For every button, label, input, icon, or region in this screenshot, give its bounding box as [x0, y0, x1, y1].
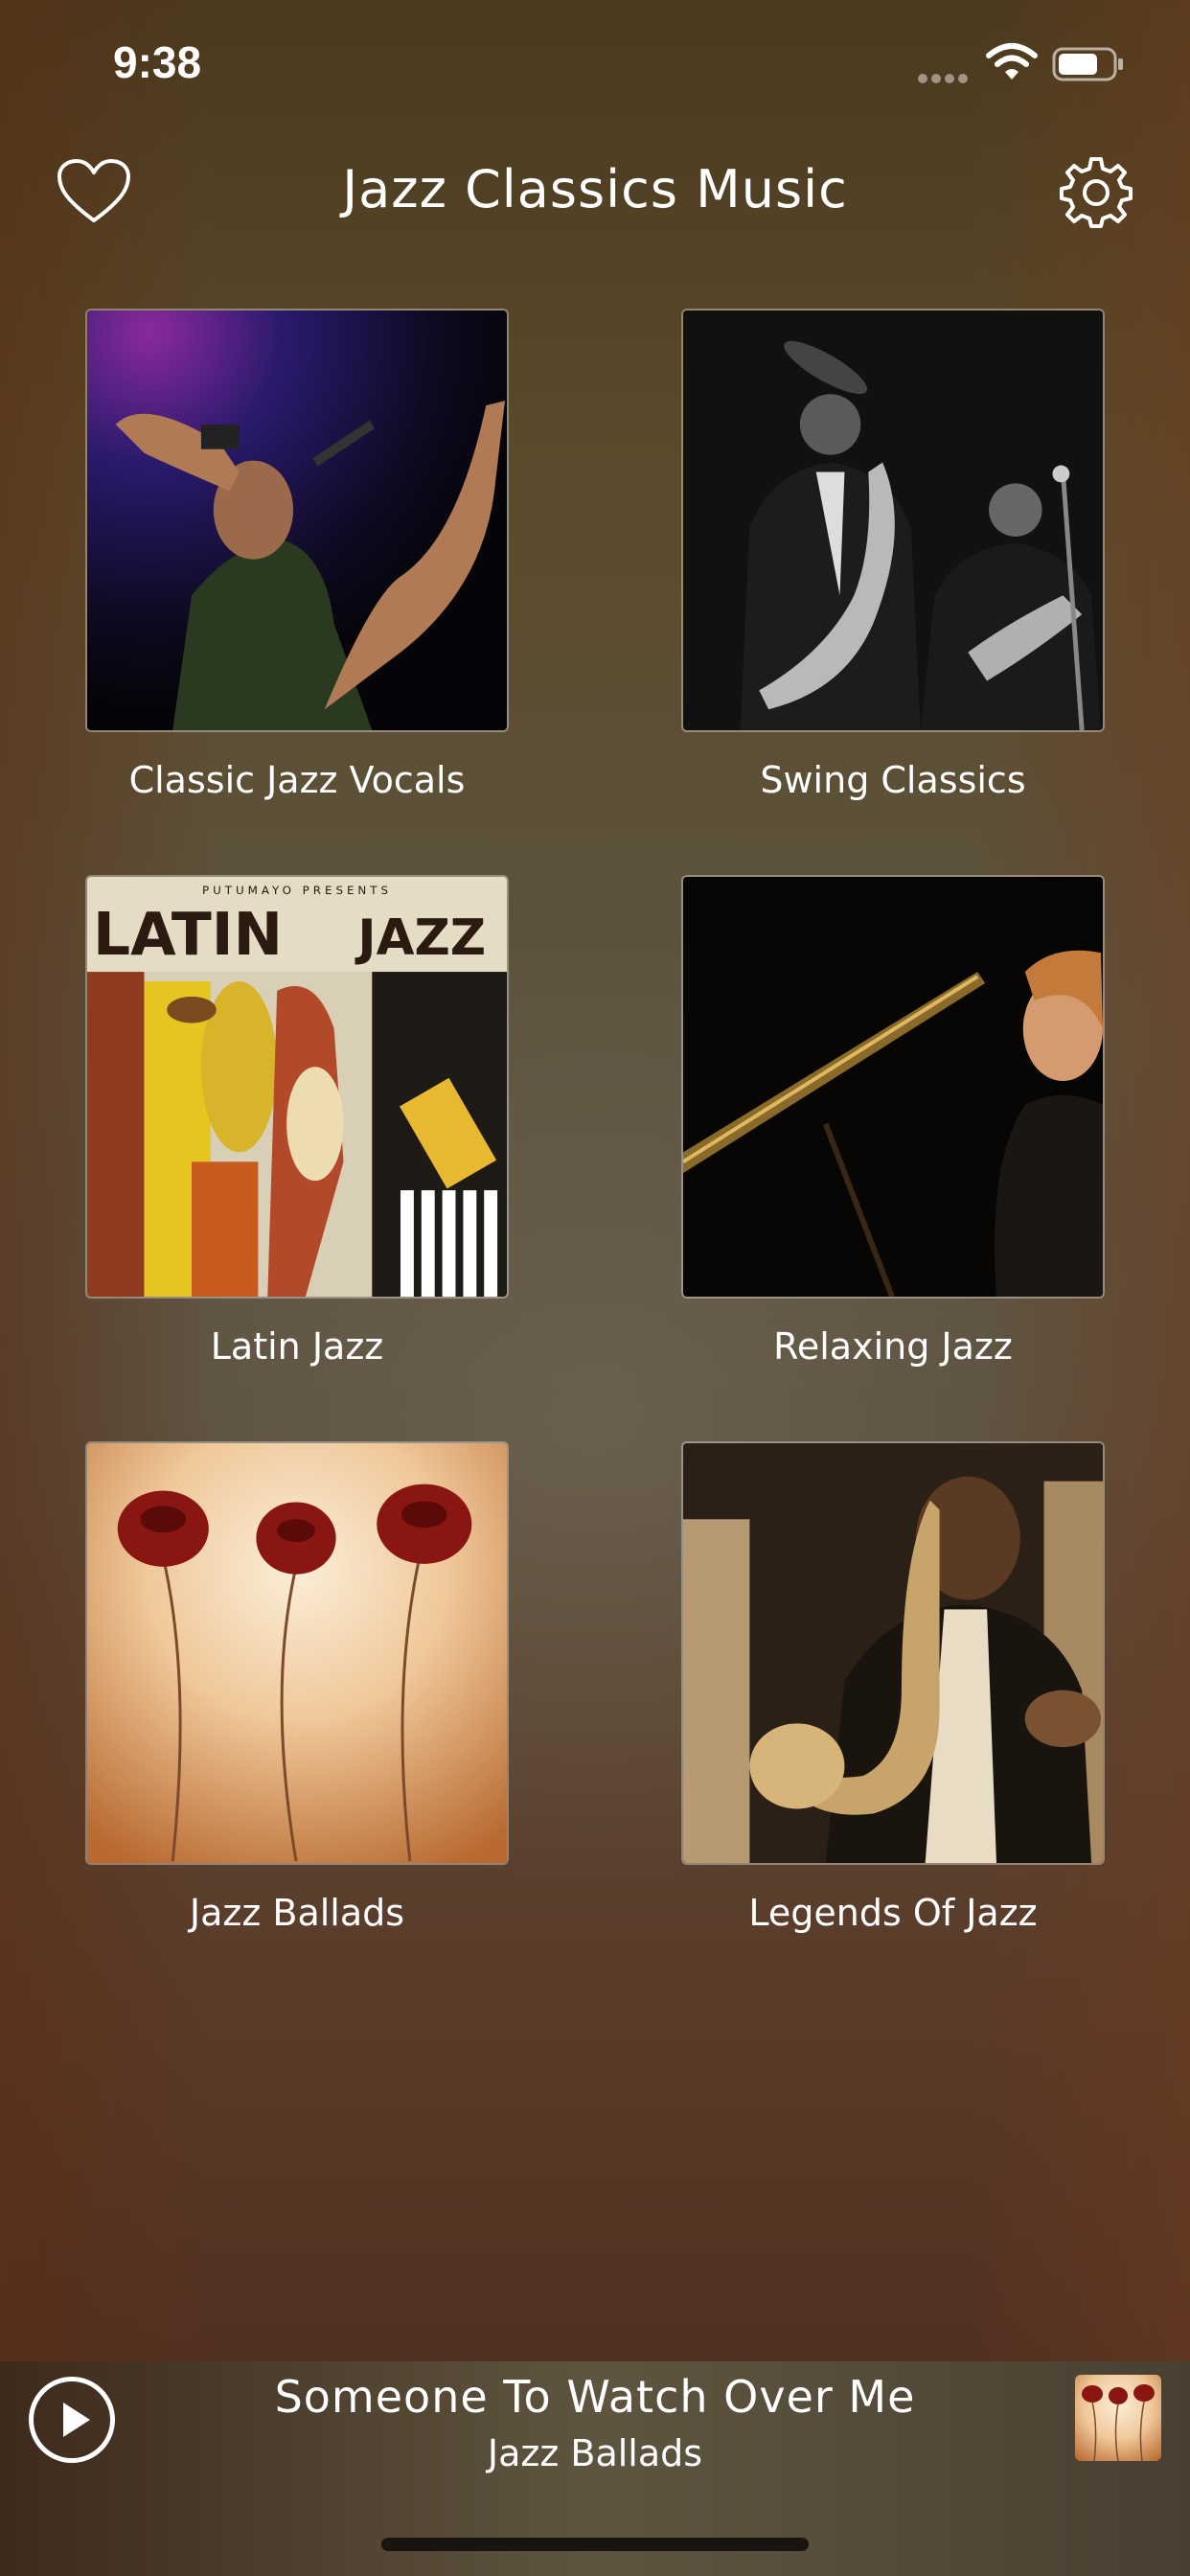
status-bar: 9:38	[0, 0, 1190, 134]
category-art	[681, 875, 1105, 1299]
category-tile-swing-classics[interactable]: Swing Classics	[681, 309, 1105, 801]
signal-icon	[918, 69, 973, 83]
status-time: 9:38	[113, 37, 202, 87]
category-tile-classic-jazz-vocals[interactable]: Classic Jazz Vocals	[85, 309, 509, 801]
home-indicator	[381, 2538, 809, 2551]
category-label: Classic Jazz Vocals	[128, 759, 466, 801]
category-art	[85, 1441, 509, 1865]
category-art	[681, 309, 1105, 732]
category-label: Legends Of Jazz	[748, 1892, 1038, 1934]
category-art	[85, 309, 509, 732]
gear-icon[interactable]	[1058, 153, 1134, 230]
category-tile-legends-of-jazz[interactable]: Legends Of Jazz	[681, 1441, 1105, 1934]
now-playing-artwork[interactable]	[1075, 2375, 1161, 2461]
art-text-left: LATIN	[93, 901, 283, 969]
category-label: Jazz Ballads	[189, 1892, 405, 1934]
art-text-right: JAZZ	[355, 909, 486, 967]
category-label: Latin Jazz	[210, 1325, 384, 1368]
category-tile-jazz-ballads[interactable]: Jazz Ballads	[85, 1441, 509, 1934]
nav-bar: Jazz Classics Music	[0, 144, 1190, 240]
category-tile-latin-jazz[interactable]: PUTUMAYO PRESENTS LATIN JAZZ Latin Jazz	[85, 875, 509, 1368]
category-label: Swing Classics	[760, 759, 1026, 801]
page-title: Jazz Classics Music	[342, 159, 848, 219]
category-tile-relaxing-jazz[interactable]: Relaxing Jazz	[681, 875, 1105, 1368]
category-label: Relaxing Jazz	[773, 1325, 1013, 1368]
battery-icon	[1052, 47, 1123, 81]
category-art	[681, 1441, 1105, 1865]
now-playing-subtitle: Jazz Ballads	[487, 2432, 703, 2474]
now-playing-title: Someone To Watch Over Me	[274, 2371, 916, 2423]
category-art: PUTUMAYO PRESENTS LATIN JAZZ	[85, 875, 509, 1299]
art-text-top: PUTUMAYO PRESENTS	[202, 884, 392, 897]
wifi-icon	[986, 43, 1038, 80]
